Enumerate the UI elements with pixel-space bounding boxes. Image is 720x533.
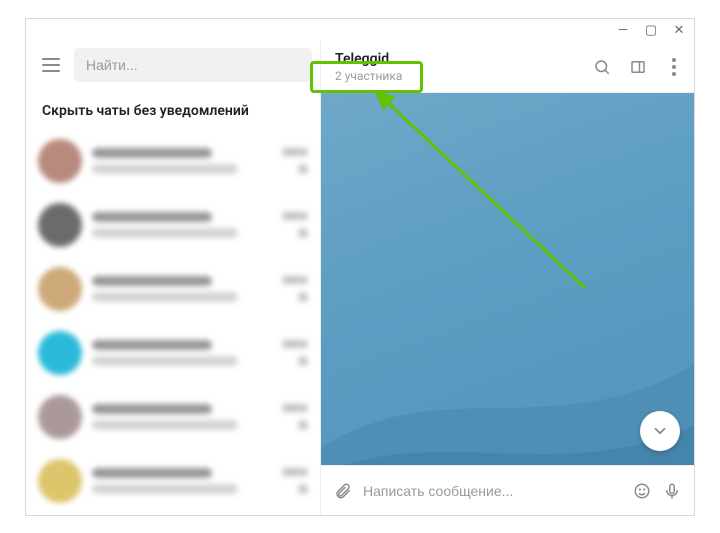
chat-subtitle: 2 участника — [335, 69, 402, 83]
attach-icon[interactable] — [333, 481, 353, 501]
chat-header: Teleggid 2 участника — [321, 41, 694, 93]
avatar — [38, 203, 82, 247]
voice-icon[interactable] — [662, 481, 682, 501]
search-input[interactable] — [74, 48, 312, 82]
chat-meta — [274, 340, 308, 366]
chat-preview — [92, 340, 264, 366]
window-maximize[interactable]: ▢ — [644, 23, 658, 38]
more-menu-icon[interactable] — [664, 57, 684, 77]
search-icon[interactable] — [592, 57, 612, 77]
chat-preview — [92, 404, 264, 430]
emoji-icon[interactable] — [632, 481, 652, 501]
sidepanel-icon[interactable] — [628, 57, 648, 77]
avatar — [38, 459, 82, 503]
chat-list-item[interactable] — [26, 257, 320, 321]
sidebar: Скрыть чаты без уведомлений — [26, 41, 321, 515]
chat-background — [321, 93, 694, 465]
chat-meta — [274, 148, 308, 174]
chat-title: Teleggid — [335, 51, 389, 67]
chat-body — [321, 93, 694, 465]
chat-preview — [92, 212, 264, 238]
avatar — [38, 267, 82, 311]
chat-meta — [274, 468, 308, 494]
chat-meta — [274, 404, 308, 430]
chat-meta — [274, 212, 308, 238]
header-actions — [592, 57, 684, 77]
chat-list — [26, 129, 320, 515]
avatar — [38, 139, 82, 183]
chat-list-item[interactable] — [26, 193, 320, 257]
sidebar-top — [26, 41, 320, 89]
app-window: — ▢ ✕ Скрыть чаты без уведомлений Telegg… — [25, 18, 695, 516]
content: Скрыть чаты без уведомлений Teleggid 2 у… — [26, 41, 694, 515]
chat-title-wrap[interactable]: Teleggid 2 участника — [335, 51, 402, 83]
window-minimize[interactable]: — — [616, 23, 630, 38]
scroll-to-bottom-button[interactable] — [640, 411, 680, 451]
avatar — [38, 395, 82, 439]
message-input[interactable] — [363, 483, 622, 499]
hamburger-menu-icon[interactable] — [34, 48, 68, 82]
window-close[interactable]: ✕ — [672, 23, 686, 38]
avatar — [38, 331, 82, 375]
chat-list-item[interactable] — [26, 129, 320, 193]
chat-preview — [92, 468, 264, 494]
chat-list-item[interactable] — [26, 321, 320, 385]
chat-list-item[interactable] — [26, 385, 320, 449]
section-title: Скрыть чаты без уведомлений — [26, 89, 320, 129]
message-input-row — [321, 465, 694, 515]
chat-meta — [274, 276, 308, 302]
chat-list-item[interactable] — [26, 449, 320, 513]
chat-view: Teleggid 2 участника — [321, 41, 694, 515]
chat-preview — [92, 276, 264, 302]
titlebar: — ▢ ✕ — [26, 19, 694, 41]
chat-preview — [92, 148, 264, 174]
